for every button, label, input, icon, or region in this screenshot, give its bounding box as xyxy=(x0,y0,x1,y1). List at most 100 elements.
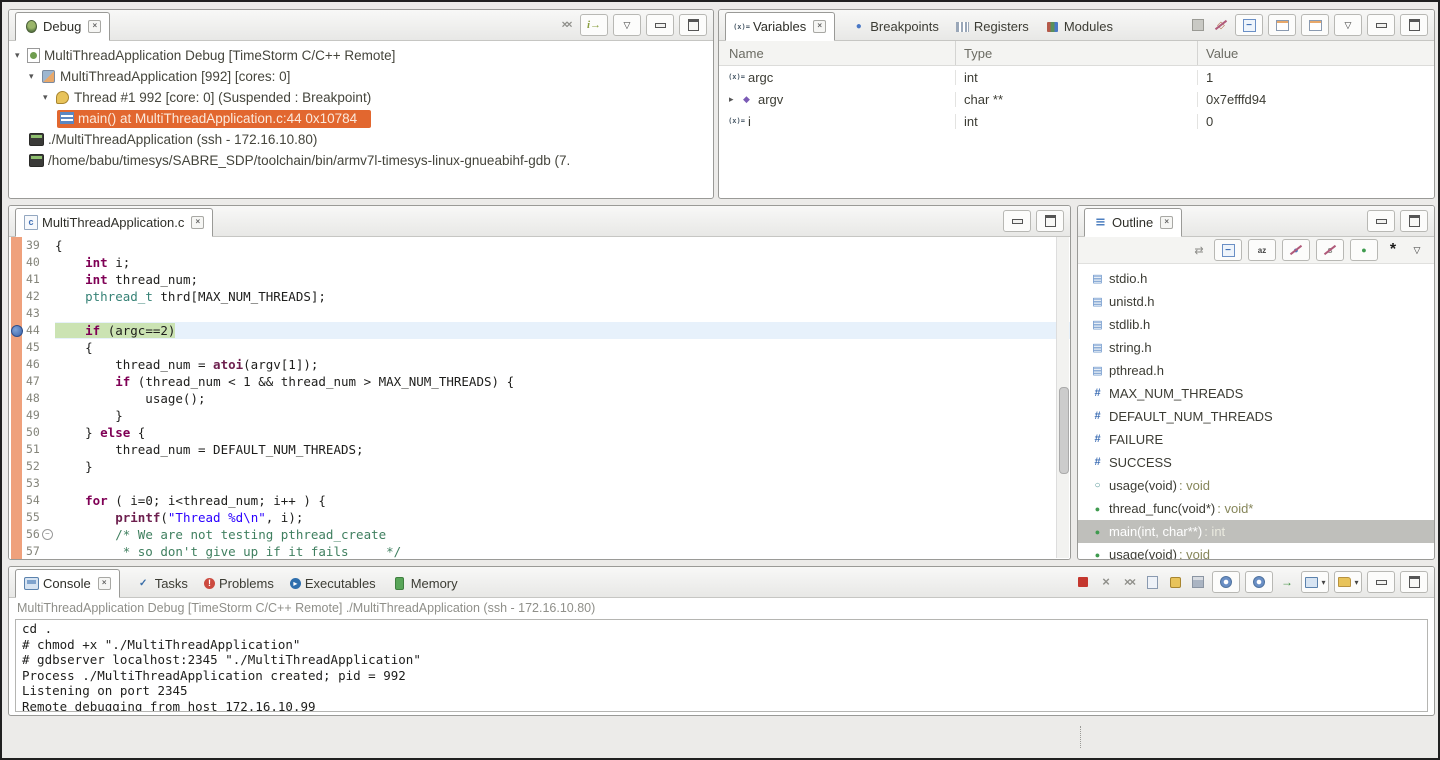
view-menu-button[interactable] xyxy=(1408,240,1426,260)
gutter-line-number[interactable]: 51 xyxy=(9,441,55,458)
outline-item[interactable]: DEFAULT_NUM_THREADS xyxy=(1078,405,1434,428)
debug-tree-item[interactable]: /home/babu/timesys/SABRE_SDP/toolchain/b… xyxy=(9,150,713,171)
debug-tree-item[interactable]: main() at MultiThreadApplication.c:44 0x… xyxy=(9,108,713,129)
tree-expander-icon[interactable]: ▾ xyxy=(43,92,55,103)
variable-row[interactable]: iint0 xyxy=(719,110,1434,132)
tree-expander-icon[interactable]: ▸ xyxy=(729,94,739,105)
outline-item[interactable]: MAX_NUM_THREADS xyxy=(1078,382,1434,405)
outline-item[interactable]: pthread.h xyxy=(1078,359,1434,382)
open-console-button[interactable]: ▾ xyxy=(1301,571,1329,593)
gutter-line-number[interactable]: 41 xyxy=(9,271,55,288)
minimize-button[interactable] xyxy=(1003,210,1031,232)
clear-console-button[interactable] xyxy=(1143,572,1161,592)
gutter-line-number[interactable]: 57 xyxy=(9,543,55,559)
tab-tasks[interactable]: Tasks xyxy=(136,570,188,597)
show-type-names-button[interactable] xyxy=(1189,15,1207,35)
tab-executables[interactable]: Executables xyxy=(290,570,376,597)
remove-all-terminated-button[interactable] xyxy=(557,15,575,35)
debug-tree-item[interactable]: ▾MultiThreadApplication [992] [cores: 0] xyxy=(9,66,713,87)
sort-button[interactable] xyxy=(1248,239,1276,261)
pin-view-button[interactable] xyxy=(1268,14,1296,36)
gutter-line-number[interactable]: 50 xyxy=(9,424,55,441)
outline-item[interactable]: SUCCESS xyxy=(1078,451,1434,474)
minimize-button[interactable] xyxy=(1367,210,1395,232)
gutter-line-number[interactable]: 46 xyxy=(9,356,55,373)
open-new-view-button[interactable] xyxy=(1301,14,1329,36)
gutter-line-number[interactable]: 49 xyxy=(9,407,55,424)
debug-tree-item[interactable]: ▾MultiThreadApplication Debug [TimeStorm… xyxy=(9,45,713,66)
gutter-line-number[interactable]: 40 xyxy=(9,254,55,271)
outline-item[interactable]: usage(void) : void xyxy=(1078,543,1434,560)
editor-vertical-scrollbar[interactable] xyxy=(1056,237,1069,558)
minimize-button[interactable] xyxy=(1367,14,1395,36)
maximize-button[interactable] xyxy=(679,14,707,36)
maximize-button[interactable] xyxy=(1036,210,1064,232)
gutter-line-number[interactable]: 56− xyxy=(9,526,55,543)
code-editor[interactable]: 39{40 int i;41 int thread_num;42 pthread… xyxy=(9,237,1070,559)
collapse-all-button[interactable] xyxy=(1214,239,1242,261)
variables-table[interactable]: argcint1▸argvchar **0x7efffd94iint0 xyxy=(719,66,1434,132)
new-console-button[interactable]: ▾ xyxy=(1334,571,1362,593)
instruction-stepping-button[interactable] xyxy=(580,14,608,36)
minimize-button[interactable] xyxy=(646,14,674,36)
gutter-line-number[interactable]: 48 xyxy=(9,390,55,407)
variable-row[interactable]: argcint1 xyxy=(719,66,1434,88)
gutter-line-number[interactable]: 55 xyxy=(9,509,55,526)
maximize-button[interactable] xyxy=(1400,210,1428,232)
gutter-line-number[interactable]: 54 xyxy=(9,492,55,509)
pin-console-button[interactable] xyxy=(1166,572,1184,592)
tab-editor-file[interactable]: MultiThreadApplication.c × xyxy=(15,208,213,237)
outline-item[interactable]: usage(void) : void xyxy=(1078,474,1434,497)
view-menu-button[interactable] xyxy=(613,14,641,36)
outline-item[interactable]: main(int, char**) : int xyxy=(1078,520,1434,543)
close-icon[interactable]: × xyxy=(191,216,204,229)
close-icon[interactable]: × xyxy=(88,20,101,33)
outline-item[interactable]: stdlib.h xyxy=(1078,313,1434,336)
close-icon[interactable]: × xyxy=(98,577,111,590)
outline-item[interactable]: stdio.h xyxy=(1078,267,1434,290)
maximize-button[interactable] xyxy=(1400,571,1428,593)
tab-breakpoints[interactable]: Breakpoints xyxy=(851,13,939,40)
hide-non-public-button[interactable] xyxy=(1350,239,1378,261)
tab-variables[interactable]: Variables× xyxy=(725,12,835,41)
gutter-line-number[interactable]: 39 xyxy=(9,237,55,254)
debug-tree-item[interactable]: ./MultiThreadApplication (ssh - 172.16.1… xyxy=(9,129,713,150)
filters-button[interactable] xyxy=(1384,240,1402,260)
hide-static-button[interactable] xyxy=(1316,239,1344,261)
gutter-line-number[interactable]: 47 xyxy=(9,373,55,390)
close-icon[interactable]: × xyxy=(813,20,826,33)
link-with-editor-button[interactable] xyxy=(1190,240,1208,260)
gutter-line-number[interactable]: 53 xyxy=(9,475,55,492)
scroll-lock-button[interactable] xyxy=(1189,572,1207,592)
tab-memory[interactable]: Memory xyxy=(392,570,458,597)
outline-item[interactable]: FAILURE xyxy=(1078,428,1434,451)
remove-launch-button[interactable] xyxy=(1097,572,1115,592)
close-icon[interactable]: × xyxy=(1160,216,1173,229)
tab-modules[interactable]: Modules xyxy=(1045,13,1113,40)
minimize-button[interactable] xyxy=(1367,571,1395,593)
show-logical-structure-button[interactable] xyxy=(1212,15,1230,35)
outline-list[interactable]: stdio.hunistd.hstdlib.hstring.hpthread.h… xyxy=(1078,264,1434,560)
tab-outline[interactable]: Outline × xyxy=(1084,208,1182,237)
fold-collapse-icon[interactable]: − xyxy=(42,529,53,540)
tab-problems[interactable]: Problems xyxy=(204,570,274,597)
tree-expander-icon[interactable]: ▾ xyxy=(15,50,27,61)
debug-tree-item[interactable]: ▾Thread #1 992 [core: 0] (Suspended : Br… xyxy=(9,87,713,108)
breakpoint-icon[interactable] xyxy=(11,325,23,337)
tree-expander-icon[interactable]: ▾ xyxy=(29,71,41,82)
console-output[interactable]: cd .# chmod +x "./MultiThreadApplication… xyxy=(15,619,1428,712)
collapse-all-button[interactable] xyxy=(1235,14,1263,36)
gutter-line-number[interactable]: 43 xyxy=(9,305,55,322)
outline-item[interactable]: string.h xyxy=(1078,336,1434,359)
show-stderr-when-changed-button[interactable] xyxy=(1245,571,1273,593)
remove-all-launches-button[interactable] xyxy=(1120,572,1138,592)
gutter-line-number[interactable]: 42 xyxy=(9,288,55,305)
terminate-button[interactable] xyxy=(1074,572,1092,592)
tab-console[interactable]: Console× xyxy=(15,569,120,598)
view-menu-button[interactable] xyxy=(1334,14,1362,36)
display-selected-console-button[interactable] xyxy=(1278,572,1296,592)
gutter-line-number[interactable]: 52 xyxy=(9,458,55,475)
show-stdout-when-changed-button[interactable] xyxy=(1212,571,1240,593)
hide-fields-button[interactable] xyxy=(1282,239,1310,261)
code-area[interactable]: 39{40 int i;41 int thread_num;42 pthread… xyxy=(9,237,1070,559)
